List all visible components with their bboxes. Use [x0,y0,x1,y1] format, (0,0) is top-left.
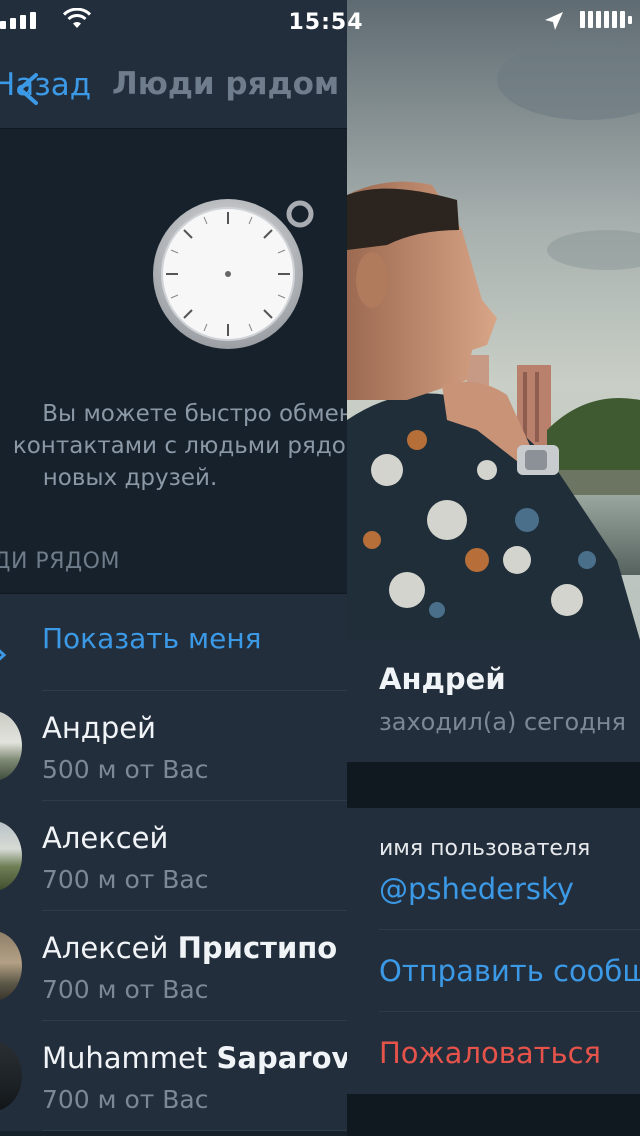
divider [379,929,640,930]
location-arrow-icon [0,649,6,661]
profile-name: Андрей [379,662,506,696]
people-nearby-screen: Назад Люди рядом Вы можете быстро обмен … [0,0,347,1136]
person-name: Muhammet Saparov [42,1041,347,1075]
avatar [0,1041,22,1111]
divider [42,1130,347,1131]
back-button[interactable]: Назад [0,67,91,103]
avatar [0,931,22,1001]
profile-photo[interactable] [347,0,640,640]
person-distance: 500 м от Вас [42,755,209,784]
profile-screen: Андрей заходил(а) сегодня имя пользовате… [347,0,640,1136]
section-header: ЛЮДИ РЯДОМ [0,549,120,574]
avatar [0,821,22,891]
profile-last-seen: заходил(а) сегодня [379,708,626,736]
username-value[interactable]: @pshedersky [379,872,574,906]
divider [379,1011,640,1012]
person-distance: 700 м от Вас [42,975,209,1004]
list-item[interactable]: Андрей 500 м от Вас [0,691,347,801]
people-list: Показать меня Андрей 500 м от Вас Алексе… [0,593,347,1131]
profile-header: Андрей заходил(а) сегодня [347,640,640,762]
person-name: Алексей Пристипо [42,931,338,965]
show-me-label: Показать меня [42,622,262,655]
person-distance: 700 м от Вас [42,1085,209,1114]
location-arrow-icon [545,12,563,30]
list-item[interactable]: Алексей Пристипо 700 м от Вас [0,911,347,1021]
show-me-button[interactable]: Показать меня [42,594,347,691]
compass-icon [153,199,314,349]
hint-line: контактами с людьми рядом [12,433,347,459]
status-bar: 15:54 [0,0,640,42]
report-button[interactable]: Пожаловаться [379,1036,601,1070]
hint-line: Вы можете быстро обмен [42,401,347,427]
list-item[interactable]: Muhammet Saparov 700 м от Вас [0,1021,347,1131]
send-message-button[interactable]: Отправить сообщение [379,954,640,988]
person-distance: 700 м от Вас [42,865,209,894]
hint-line: новых друзей. [42,465,218,491]
avatar [0,711,22,781]
hint-text: Вы можете быстро обмен контактами с людь… [0,398,347,494]
battery-icon [580,11,632,28]
profile-info: имя пользователя @pshedersky Отправить с… [347,808,640,1094]
person-name: Алексей [42,821,169,855]
list-item[interactable]: Алексей 700 м от Вас [0,801,347,911]
username-label: имя пользователя [379,836,591,861]
page-title: Люди рядом [112,66,340,102]
person-name: Андрей [42,711,156,745]
screen: 15:54 Назад Люди рядом Вы можете быстро … [0,0,640,1136]
